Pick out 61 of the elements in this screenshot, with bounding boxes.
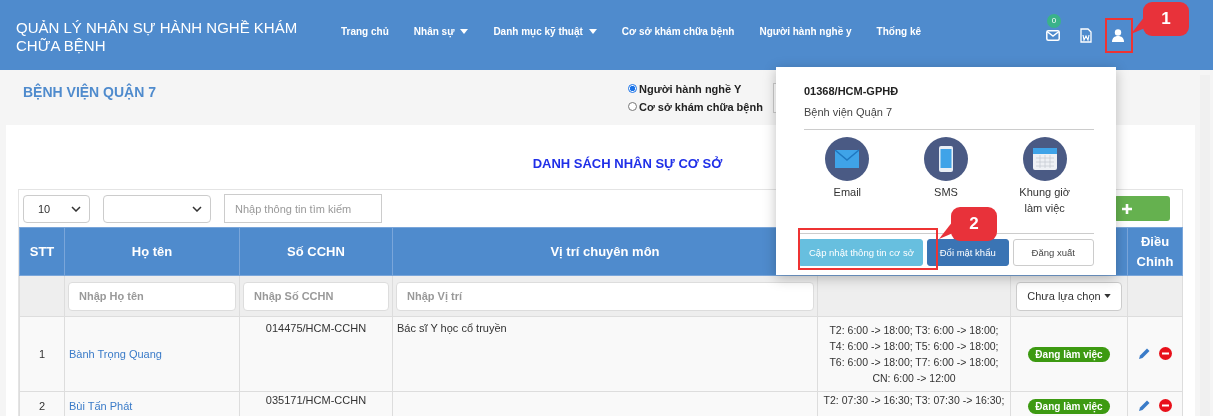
caret-icon	[1103, 294, 1111, 298]
row-number: 2	[38, 400, 46, 412]
nav-link[interactable]: Nhân sự	[400, 25, 481, 37]
step-callout: 1	[1131, 2, 1189, 36]
app-title: QUẢN LÝ NHÂN SỰ HÀNH NGHỀ KHÁM CHỮA BỆNH	[16, 19, 299, 55]
popup-button[interactable]: Đổi mật khẩu	[927, 239, 1009, 266]
column-header: STT	[19, 227, 65, 276]
facility-name: Bệnh viện Quận 7	[804, 106, 1094, 130]
radio-button[interactable]	[628, 84, 637, 93]
license-number: 035171/HCM-CCHN	[265, 394, 367, 406]
nav-link[interactable]: Thống kê	[863, 25, 934, 37]
status-tag: Đang làm việc	[1028, 346, 1110, 362]
highlight-frame	[1105, 18, 1133, 53]
nav-link[interactable]: Người hành nghề y	[746, 25, 864, 37]
nav-link[interactable]: Danh mục kỹ thuật	[480, 25, 609, 37]
column-header: Điều Chỉnh	[1127, 227, 1183, 276]
remove-icon[interactable]	[1159, 346, 1172, 360]
step-callout: 2	[939, 207, 997, 241]
column-header: Số CCHN	[239, 227, 393, 276]
person-name-link[interactable]: Bành Trọng Quang	[69, 348, 162, 360]
status-filter-dropdown[interactable]: Chưa lựa chọn	[1016, 281, 1122, 311]
nav-link[interactable]: Cơ sở khám chữa bệnh	[608, 25, 747, 37]
license-number: 014475/HCM-CCHN	[265, 322, 367, 334]
calendar-icon[interactable]	[1022, 137, 1067, 181]
list-title: DANH SÁCH NHÂN SỰ CƠ SỞ	[532, 156, 723, 171]
notification-badge: 0	[1047, 13, 1061, 28]
popup-button[interactable]: Đăng xuất	[1012, 239, 1094, 266]
radio-button[interactable]	[628, 102, 637, 111]
schedule-text: T2: 07:30 -> 16:30; T3: 07:30 -> 16:30;	[823, 394, 1005, 406]
row-number: 1	[38, 348, 46, 360]
contact-label: SMS	[933, 185, 959, 200]
status-tag: Đang làm việc	[1028, 398, 1110, 414]
envelope-icon[interactable]	[825, 137, 870, 181]
popup-button[interactable]: Cập nhật thông tin cơ sở	[798, 239, 923, 266]
name-filter-field[interactable]: Nhập Họ tên	[68, 281, 236, 311]
person-name-link[interactable]: Bùi Tấn Phát	[69, 400, 133, 412]
pencil-icon[interactable]	[1138, 398, 1151, 412]
chevron-icon	[71, 205, 81, 212]
column-header: Họ tên	[64, 227, 240, 276]
position-text: Bác sĩ Y học cổ truyền	[397, 322, 507, 334]
radio-label: Cơ sở khám chữa bệnh	[639, 100, 763, 113]
remove-icon[interactable]	[1159, 398, 1172, 412]
contact-label: Email	[832, 185, 863, 200]
user-icon[interactable]	[1112, 28, 1124, 42]
facility-code: 01368/HCM-GPHĐ	[804, 85, 900, 97]
search-field[interactable]: Nhập thông tin tìm kiếm	[224, 194, 382, 223]
plus-icon	[1122, 203, 1132, 214]
facility-name: BỆNH VIỆN QUẬN 7	[23, 83, 158, 100]
position-filter-field[interactable]: Nhập Vị trí	[396, 281, 814, 311]
nav-link[interactable]: Trang chủ	[328, 25, 401, 37]
schedule-text: T2: 6:00 -> 18:00; T3: 6:00 -> 18:00; T4: 6:00 -> 18:00; T5: 6:00 -> 18:00; T6: 6:00 -> 18:00; T7: 6:00 -> 18:00; CN: 6:00 -> 12:00	[829, 324, 999, 384]
add-button[interactable]	[1114, 196, 1170, 221]
chevron-icon	[192, 205, 202, 212]
pencil-icon[interactable]	[1138, 346, 1151, 360]
radio-label: Người hành nghề Y	[639, 82, 742, 95]
cchn-filter-field[interactable]: Nhập Số CCHN	[243, 281, 389, 311]
contact-label: Khung giờ làm việc	[1018, 185, 1071, 216]
phone-icon[interactable]	[924, 137, 968, 181]
mail-icon[interactable]	[1046, 29, 1060, 41]
document-icon[interactable]	[1080, 27, 1092, 43]
page-size-select[interactable]: 10	[23, 194, 90, 223]
